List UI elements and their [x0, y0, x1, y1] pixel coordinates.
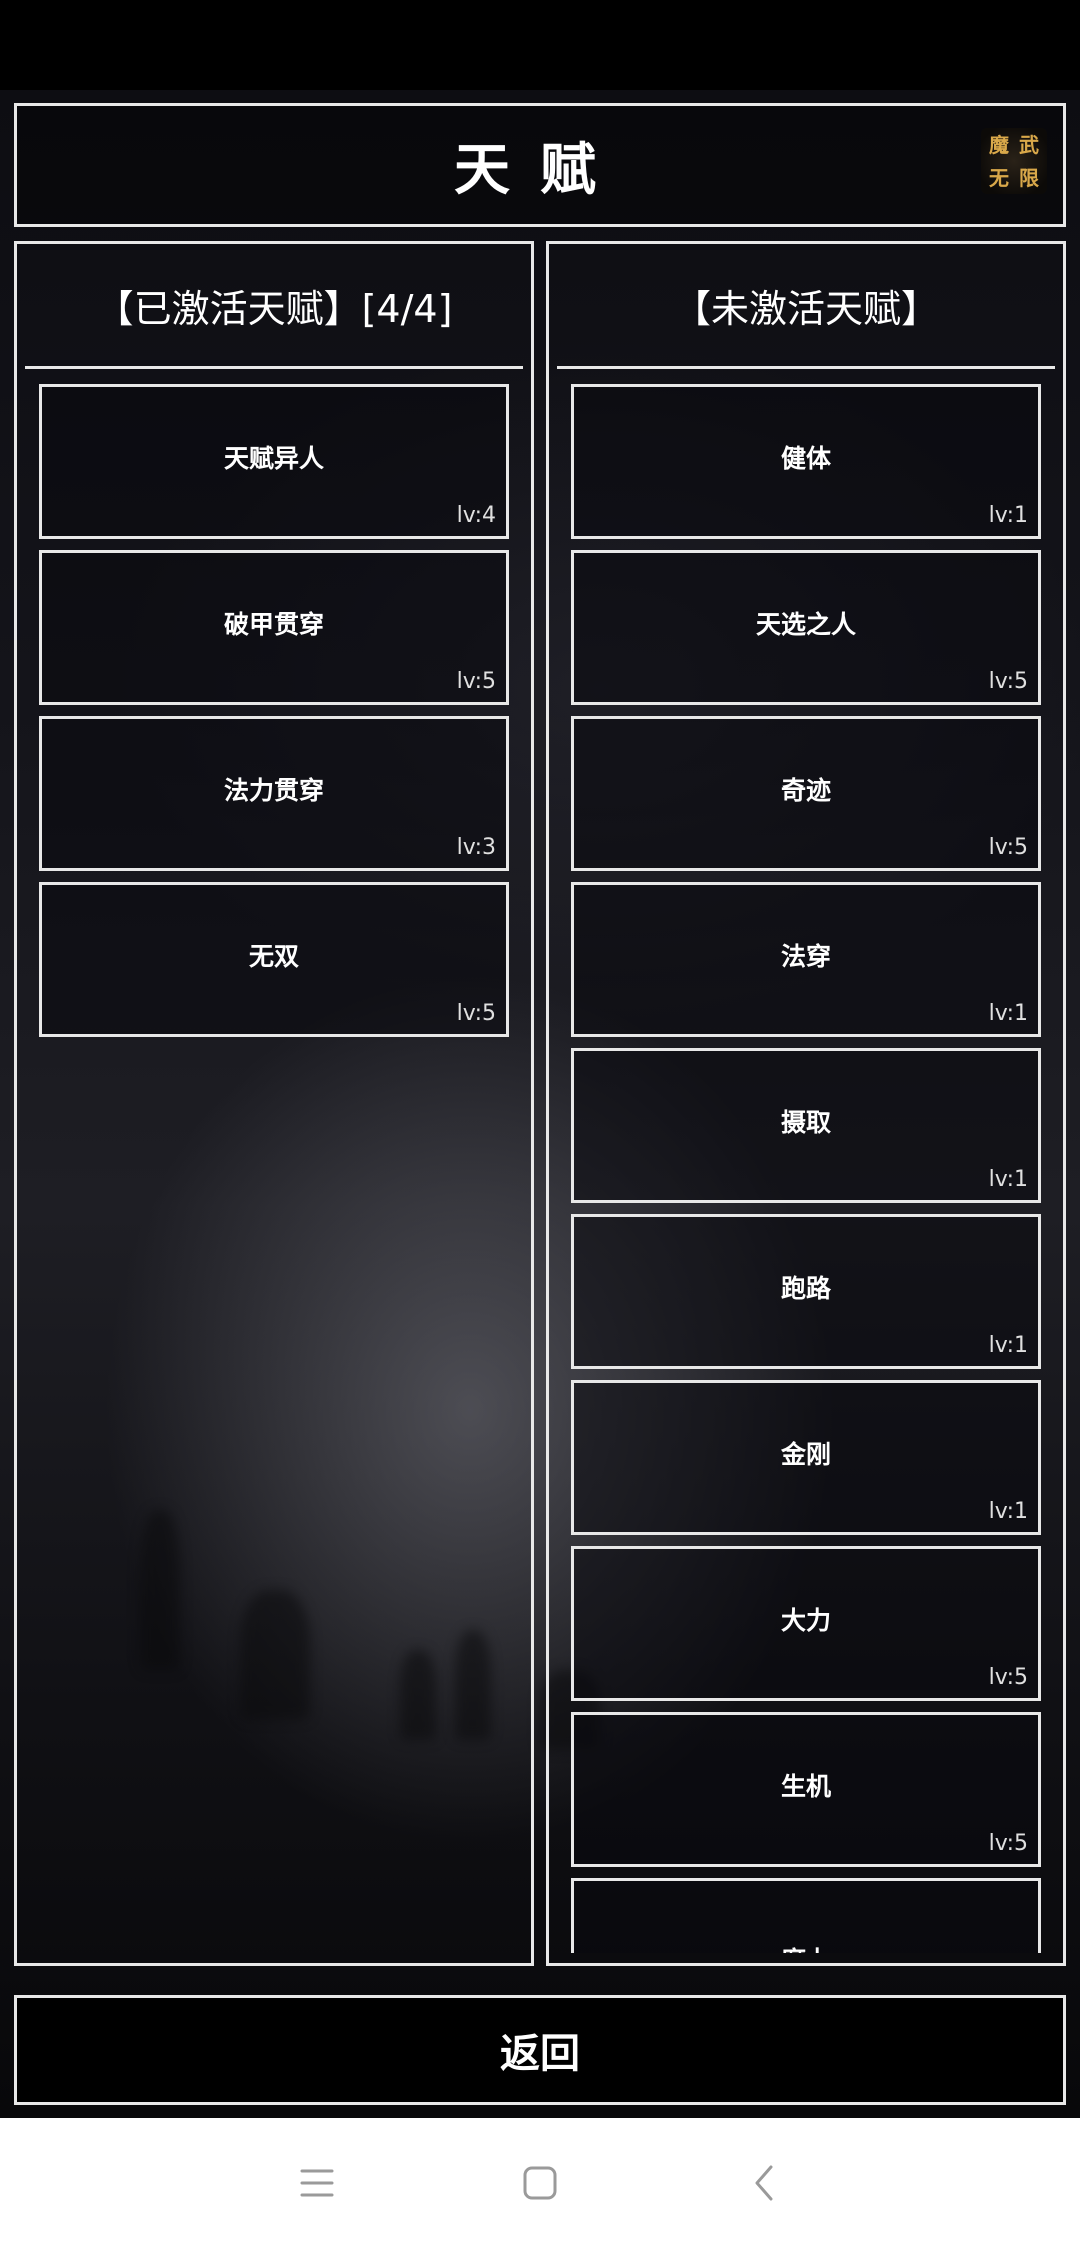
talent-level: lv:1 [988, 503, 1028, 528]
talent-level: lv:4 [456, 503, 496, 528]
talent-name: 金刚 [780, 1439, 831, 1469]
back-button[interactable]: 返回 [14, 1995, 1066, 2105]
talent-card[interactable]: 金刚 lv:1 [571, 1380, 1041, 1535]
menu-icon[interactable] [287, 2153, 347, 2213]
talent-card[interactable]: 健体 lv:1 [571, 384, 1041, 539]
active-talents-list[interactable]: 天赋异人 lv:4 破甲贯穿 lv:5 法力贯穿 lv:3 无双 lv:5 [17, 384, 531, 1953]
talent-name: 天赋异人 [223, 443, 324, 473]
talent-level: lv:5 [988, 1831, 1028, 1856]
talent-level: lv:5 [988, 1665, 1028, 1690]
talent-name: 破甲贯穿 [223, 609, 324, 639]
talent-level: lv:5 [988, 669, 1028, 694]
game-logo: 魔武 无限 [981, 128, 1047, 194]
active-talents-header: 【已激活天赋】[4/4] [25, 244, 523, 369]
talent-card[interactable]: 法穿 lv:1 [571, 882, 1041, 1037]
talent-name: 健体 [780, 443, 831, 473]
talent-card[interactable]: 生机 lv:5 [571, 1712, 1041, 1867]
talent-name: 大力 [780, 1605, 831, 1635]
active-talents-panel: 【已激活天赋】[4/4] 天赋异人 lv:4 破甲贯穿 lv:5 法力贯穿 lv… [14, 241, 534, 1966]
talent-level: lv:3 [456, 835, 496, 860]
title-bar: 天赋 魔武 无限 [14, 103, 1066, 227]
talent-name: 生机 [780, 1771, 831, 1801]
talent-level: lv:5 [456, 1001, 496, 1026]
talent-card[interactable]: 摄取 lv:1 [571, 1048, 1041, 1203]
talent-card[interactable]: 天选之人 lv:5 [571, 550, 1041, 705]
talent-card[interactable]: 魔力 [571, 1878, 1041, 1953]
talent-name: 魔力 [574, 1941, 1038, 1953]
page-title: 天赋 [454, 137, 626, 203]
talent-name: 摄取 [780, 1107, 831, 1137]
talent-card[interactable]: 破甲贯穿 lv:5 [39, 550, 509, 705]
inactive-talents-panel: 【未激活天赋】 健体 lv:1 天选之人 lv:5 奇迹 lv:5 法穿 lv:… [546, 241, 1066, 1966]
talent-card[interactable]: 奇迹 lv:5 [571, 716, 1041, 871]
talent-name: 天选之人 [755, 609, 856, 639]
talent-card[interactable]: 跑路 lv:1 [571, 1214, 1041, 1369]
talent-level: lv:1 [988, 1167, 1028, 1192]
talent-card[interactable]: 无双 lv:5 [39, 882, 509, 1037]
inactive-talents-header: 【未激活天赋】 [557, 244, 1055, 369]
inactive-talents-list[interactable]: 健体 lv:1 天选之人 lv:5 奇迹 lv:5 法穿 lv:1 摄取 lv:… [549, 384, 1063, 1953]
talent-name: 跑路 [780, 1273, 831, 1303]
talent-name: 无双 [248, 941, 299, 971]
talent-level: lv:1 [988, 1333, 1028, 1358]
talent-name: 奇迹 [780, 775, 831, 805]
system-nav-bar [0, 2118, 1080, 2248]
talent-level: lv:1 [988, 1001, 1028, 1026]
talent-level: lv:1 [988, 1499, 1028, 1524]
talent-card[interactable]: 法力贯穿 lv:3 [39, 716, 509, 871]
talent-card[interactable]: 天赋异人 lv:4 [39, 384, 509, 539]
talent-card[interactable]: 大力 lv:5 [571, 1546, 1041, 1701]
back-chevron-icon[interactable] [735, 2153, 795, 2213]
talent-level: lv:5 [456, 669, 496, 694]
status-bar [0, 0, 1080, 90]
talent-name: 法穿 [780, 941, 831, 971]
talent-name: 法力贯穿 [223, 775, 324, 805]
home-square-icon[interactable] [510, 2153, 570, 2213]
talent-level: lv:5 [988, 835, 1028, 860]
